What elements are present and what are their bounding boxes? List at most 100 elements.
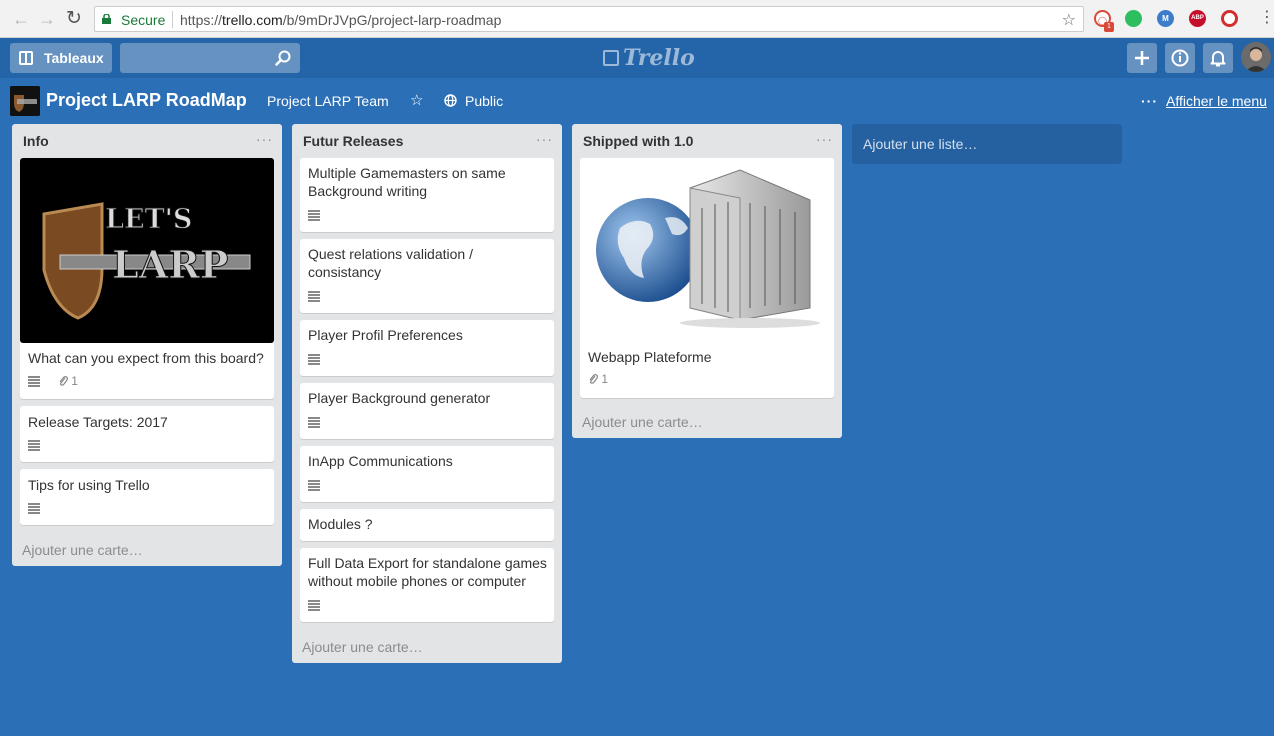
card-badges (28, 501, 40, 515)
plus-icon (1135, 51, 1149, 65)
attachment-count: 1 (601, 372, 609, 386)
list-title[interactable]: Shipped with 1.0 (583, 133, 693, 149)
info-button[interactable] (1165, 43, 1195, 73)
show-menu-link[interactable]: ··· Afficher le menu (1141, 93, 1267, 109)
card-title: Release Targets: 2017 (28, 414, 168, 430)
list-futur-releases: Futur Releases ··· Multiple Gamemasters … (292, 124, 562, 663)
list-menu-icon[interactable]: ··· (256, 131, 273, 147)
board-thumbnail (10, 86, 40, 116)
add-button[interactable] (1127, 43, 1157, 73)
description-icon (308, 291, 320, 302)
card-title: Full Data Export for standalone games wi… (308, 555, 547, 589)
paperclip-icon (589, 374, 598, 384)
larp-logo-thumbnail (10, 86, 40, 116)
card-title: Quest relations validation / consistancy (308, 246, 473, 280)
card[interactable]: Multiple Gamemasters on same Background … (300, 158, 554, 232)
search-icon (275, 50, 291, 66)
description-icon (308, 480, 320, 491)
adblock-plus-icon[interactable]: ABP (1189, 10, 1206, 27)
board-header: Project LARP RoadMap Project LARP Team ☆… (0, 78, 1274, 122)
globe-icon[interactable] (444, 94, 457, 107)
forward-arrow-icon[interactable]: → (38, 9, 56, 29)
divider (172, 11, 173, 28)
attachment-badge: 1 (588, 372, 608, 386)
paperclip-icon (59, 376, 68, 386)
board-title[interactable]: Project LARP RoadMap (46, 90, 247, 111)
card-cover-image (580, 158, 834, 338)
card-cover-image: LET'S LARP (20, 158, 274, 343)
board-visibility[interactable]: Public (465, 93, 503, 109)
list-header[interactable]: Shipped with 1.0 ··· (572, 124, 842, 156)
description-icon (28, 503, 40, 514)
add-list-label: Ajouter une liste… (863, 136, 978, 152)
description-icon (308, 600, 320, 611)
logo-text: Trello (623, 45, 695, 71)
card-badges: 1 (588, 372, 608, 386)
opera-vpn-icon[interactable] (1221, 10, 1238, 27)
card[interactable]: Webapp Plateforme 1 (580, 158, 834, 398)
avatar[interactable] (1241, 42, 1271, 72)
card-title: Tips for using Trello (28, 477, 150, 493)
secure-label: Secure (121, 12, 166, 28)
list-menu-icon[interactable]: ··· (816, 131, 833, 147)
card-title: Player Profil Preferences (308, 327, 463, 343)
url-scheme: https:// (180, 12, 223, 28)
back-arrow-icon[interactable]: ← (12, 9, 30, 29)
card-title: Webapp Plateforme (588, 349, 712, 365)
add-card-link[interactable]: Ajouter une carte… (302, 639, 423, 655)
board-team[interactable]: Project LARP Team (267, 93, 389, 109)
boards-icon (19, 51, 33, 65)
card-title: Multiple Gamemasters on same Background … (308, 165, 506, 199)
card[interactable]: Release Targets: 2017 (20, 406, 274, 462)
ellipsis-icon: ··· (1141, 93, 1158, 109)
cover-text-top: LET'S (105, 204, 192, 235)
card[interactable]: InApp Communications (300, 446, 554, 502)
card[interactable]: Player Background generator (300, 383, 554, 439)
trello-logo[interactable]: Trello (603, 45, 695, 71)
add-card-link[interactable]: Ajouter une carte… (22, 542, 143, 558)
list-shipped: Shipped with 1.0 ··· Webapp Plateforme 1… (572, 124, 842, 438)
card[interactable]: Tips for using Trello (20, 469, 274, 525)
url-path: /b/9mDrJVpG/project-larp-roadmap (282, 12, 502, 28)
star-board-icon[interactable]: ☆ (410, 91, 423, 109)
url-host: trello.com (222, 12, 283, 28)
description-icon (308, 210, 320, 221)
add-list-button[interactable]: Ajouter une liste… (852, 124, 1122, 164)
reload-icon[interactable]: ↻ (66, 9, 82, 29)
address-bar[interactable]: Secure https://trello.com/b/9mDrJVpG/pro… (94, 6, 1084, 32)
boards-label: Tableaux (44, 50, 104, 66)
app-header: Tableaux Trello (0, 38, 1274, 78)
card[interactable]: Full Data Export for standalone games wi… (300, 548, 554, 622)
description-icon (28, 376, 40, 387)
card-badges (308, 598, 320, 612)
attachment-count: 1 (71, 374, 78, 388)
browser-chrome: ← → ↻ Secure https://trello.com/b/9mDrJV… (0, 0, 1274, 38)
extension-badge: 1 (1104, 22, 1114, 32)
evernote-extension-icon[interactable] (1125, 10, 1142, 27)
search-input[interactable] (120, 43, 300, 73)
card-badges (28, 438, 40, 452)
add-card-link[interactable]: Ajouter une carte… (582, 414, 703, 430)
bell-icon (1210, 51, 1226, 67)
card[interactable]: Quest relations validation / consistancy (300, 239, 554, 313)
mercury-extension-icon[interactable]: M (1157, 10, 1174, 27)
card-title: InApp Communications (308, 453, 453, 469)
list-title[interactable]: Info (23, 133, 49, 149)
bookmark-star-icon[interactable]: ☆ (1062, 10, 1076, 30)
card-title: Player Background generator (308, 390, 491, 406)
list-title[interactable]: Futur Releases (303, 133, 403, 149)
card-title: What can you expect from this board? (28, 350, 264, 366)
list-header[interactable]: Info ··· (12, 124, 282, 156)
notifications-button[interactable] (1203, 43, 1233, 73)
url-text[interactable]: https://trello.com/b/9mDrJVpG/project-la… (180, 12, 501, 28)
browser-menu-icon[interactable]: ⋮ (1259, 9, 1274, 27)
list-header[interactable]: Futur Releases ··· (292, 124, 562, 156)
list-menu-icon[interactable]: ··· (536, 131, 553, 147)
trello-logo-icon (603, 50, 619, 66)
card-badges (308, 478, 320, 492)
boards-button[interactable]: Tableaux (10, 43, 112, 73)
card[interactable]: Modules ? (300, 509, 554, 541)
attachment-badge: 1 (58, 374, 78, 388)
card[interactable]: Player Profil Preferences (300, 320, 554, 376)
card[interactable]: LET'S LARP What can you expect from this… (20, 158, 274, 399)
